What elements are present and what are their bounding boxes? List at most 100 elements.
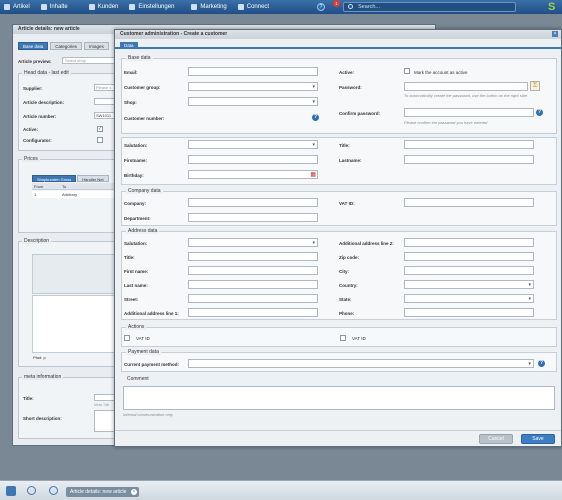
table-row[interactable]: 1 Arbitrary: [32, 191, 119, 198]
city-label: City:: [339, 269, 349, 274]
prices-fieldset: Prices Shopkunden Gross Händler Net From…: [18, 156, 119, 233]
department-input[interactable]: [188, 213, 318, 222]
nav-einstellungen[interactable]: Einstellungen: [125, 0, 181, 14]
street-input[interactable]: [188, 294, 318, 303]
title-input[interactable]: [404, 140, 534, 149]
calendar-icon[interactable]: ▦: [310, 171, 316, 179]
tab-data[interactable]: Data: [120, 42, 138, 49]
nav-marketing[interactable]: Marketing: [181, 0, 233, 14]
lastname-input[interactable]: [404, 155, 534, 164]
article-icon: [4, 4, 10, 10]
zip-input[interactable]: [404, 252, 534, 261]
city-input[interactable]: [404, 266, 534, 275]
address-title-input[interactable]: [188, 252, 318, 261]
address-data-legend: Address data: [126, 228, 160, 234]
state-select[interactable]: [404, 294, 534, 303]
customer-group-select[interactable]: [188, 82, 318, 91]
confirm-password-label: Confirm password:: [339, 111, 381, 116]
email-input[interactable]: [188, 67, 318, 76]
dialog-footer-divider: [115, 430, 561, 431]
vat-id-action-checkbox[interactable]: [124, 335, 130, 341]
comment-hint: Internal communication only: [123, 412, 173, 417]
nav-connect[interactable]: Connect: [234, 0, 276, 14]
birthday-label: Birthday:: [124, 173, 144, 178]
address-title-label: Title:: [124, 255, 135, 260]
confirm-password-help-icon[interactable]: ?: [536, 109, 543, 116]
tab-categories[interactable]: Categories: [50, 42, 83, 50]
firstname-input[interactable]: [188, 155, 318, 164]
lastname-label: Lastname:: [339, 158, 362, 163]
notification-badge[interactable]: 1: [333, 0, 340, 7]
meta-legend: meta information: [22, 374, 64, 380]
vat-id-action-checkbox-2[interactable]: [340, 335, 346, 341]
password-input[interactable]: [404, 82, 528, 91]
phone-label: Phone:: [339, 311, 355, 316]
phone-input[interactable]: [404, 308, 534, 317]
shopware-logo: S: [548, 1, 556, 13]
help-icon[interactable]: ?: [317, 3, 325, 11]
dialog-title: Customer administration - Create a custo…: [115, 30, 561, 39]
connect-icon: [237, 4, 244, 10]
company-input[interactable]: [188, 198, 318, 207]
nav-artikel[interactable]: Artikel: [0, 0, 37, 14]
supplier-label: Supplier:: [23, 86, 43, 91]
country-label: Country:: [339, 283, 358, 288]
global-search-input[interactable]: Search...: [343, 2, 516, 12]
tab-images[interactable]: Images: [84, 42, 109, 50]
address-line1-input[interactable]: [188, 308, 318, 317]
meta-title-label: Title:: [23, 396, 34, 401]
article-number-label: Article number:: [23, 114, 57, 119]
price-tabs: Shopkunden Gross Händler Net: [32, 175, 109, 182]
widgets-icon[interactable]: [49, 486, 58, 495]
vat-id-label: VAT ID:: [339, 201, 355, 206]
configurator-checkbox[interactable]: [97, 137, 103, 143]
cancel-button[interactable]: Cancel: [479, 434, 513, 444]
customer-number-help-icon[interactable]: ?: [312, 114, 319, 121]
vat-id-input[interactable]: [404, 198, 534, 207]
editor-path-status: Pfad: p: [33, 355, 46, 360]
editor-toolbar[interactable]: [32, 254, 119, 294]
address-data-section: Address data Salutation: Title: First na…: [121, 228, 557, 320]
password-hint: To automatically create the password, us…: [404, 93, 529, 98]
payment-help-icon[interactable]: ?: [538, 360, 545, 367]
price-tab-shopkunden[interactable]: Shopkunden Gross: [32, 175, 77, 182]
close-icon[interactable]: ×: [131, 489, 137, 495]
address-line2-label: Additional address line 2:: [339, 241, 394, 246]
address-salutation-select[interactable]: [188, 238, 318, 247]
head-data-legend: Head data - last edit: [22, 70, 71, 76]
birthday-input[interactable]: ▦: [188, 170, 318, 179]
zip-label: Zip code:: [339, 255, 359, 260]
article-description-label: Article description:: [23, 100, 65, 105]
article-preview-select[interactable]: Select shop: [62, 57, 122, 64]
dialog-tabbar: Data: [115, 40, 561, 49]
comment-textarea[interactable]: [123, 386, 555, 410]
address-firstname-input[interactable]: [188, 266, 318, 275]
nav-inhalte[interactable]: Inhalte: [37, 0, 75, 14]
shopware-menu-icon[interactable]: [6, 486, 16, 496]
customer-create-dialog: Customer administration - Create a custo…: [114, 29, 562, 447]
generate-password-icon[interactable]: ⚿: [530, 81, 540, 91]
country-select[interactable]: [404, 280, 534, 289]
actions-section: Actions VAT ID VAT ID: [121, 324, 557, 347]
save-button[interactable]: Save: [521, 434, 555, 444]
active-checkbox[interactable]: ✓: [97, 126, 103, 132]
address-line2-input[interactable]: [404, 238, 534, 247]
confirm-password-input[interactable]: [404, 108, 534, 117]
salutation-select[interactable]: [188, 140, 318, 149]
taskbar-item-article[interactable]: Article details: new article ×: [66, 487, 139, 497]
payment-method-select[interactable]: [188, 359, 534, 368]
active-checkbox[interactable]: [404, 68, 410, 74]
shop-select[interactable]: [188, 97, 318, 106]
close-icon[interactable]: ×: [552, 31, 558, 37]
description-editor[interactable]: [32, 295, 119, 353]
nav-kunden[interactable]: Kunden: [75, 0, 126, 14]
meta-title-hint: Meta-Title: [94, 403, 110, 407]
price-tab-haendler[interactable]: Händler Net: [77, 175, 109, 182]
description-legend: Description: [22, 238, 52, 244]
address-lastname-input[interactable]: [188, 280, 318, 289]
payment-method-label: Current payment method:: [124, 362, 180, 367]
tab-base-data[interactable]: Base data: [18, 42, 49, 50]
apps-icon[interactable]: [27, 486, 36, 495]
state-label: State:: [339, 297, 352, 302]
customers-icon: [88, 4, 95, 10]
